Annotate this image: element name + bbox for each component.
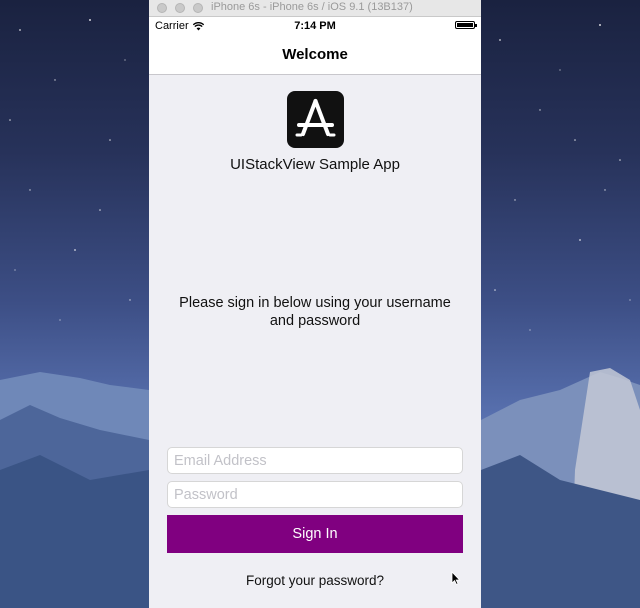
window-controls	[157, 3, 203, 13]
status-bar: Carrier 7:14 PM	[149, 17, 481, 35]
close-window-button[interactable]	[157, 3, 167, 13]
sign-in-instructions: Please sign in below using your username…	[179, 295, 451, 329]
app-name-label: UIStackView Sample App	[230, 156, 400, 173]
ios-simulator-window: iPhone 6s - iPhone 6s / iOS 9.1 (13B137)…	[149, 0, 481, 608]
mouse-cursor-icon	[451, 571, 461, 585]
email-field[interactable]	[167, 447, 463, 474]
battery-icon	[455, 21, 477, 29]
sign-in-button[interactable]: Sign In	[167, 515, 463, 553]
zoom-window-button[interactable]	[193, 3, 203, 13]
minimize-window-button[interactable]	[175, 3, 185, 13]
simulator-titlebar: iPhone 6s - iPhone 6s / iOS 9.1 (13B137)	[149, 0, 481, 17]
nav-title: Welcome	[282, 46, 348, 63]
navigation-bar: Welcome	[149, 35, 481, 75]
status-time: 7:14 PM	[294, 20, 336, 32]
simulator-window-title: iPhone 6s - iPhone 6s / iOS 9.1 (13B137)	[211, 1, 413, 13]
app-store-icon	[287, 91, 344, 148]
password-field[interactable]	[167, 481, 463, 508]
forgot-password-link[interactable]: Forgot your password?	[149, 572, 481, 589]
